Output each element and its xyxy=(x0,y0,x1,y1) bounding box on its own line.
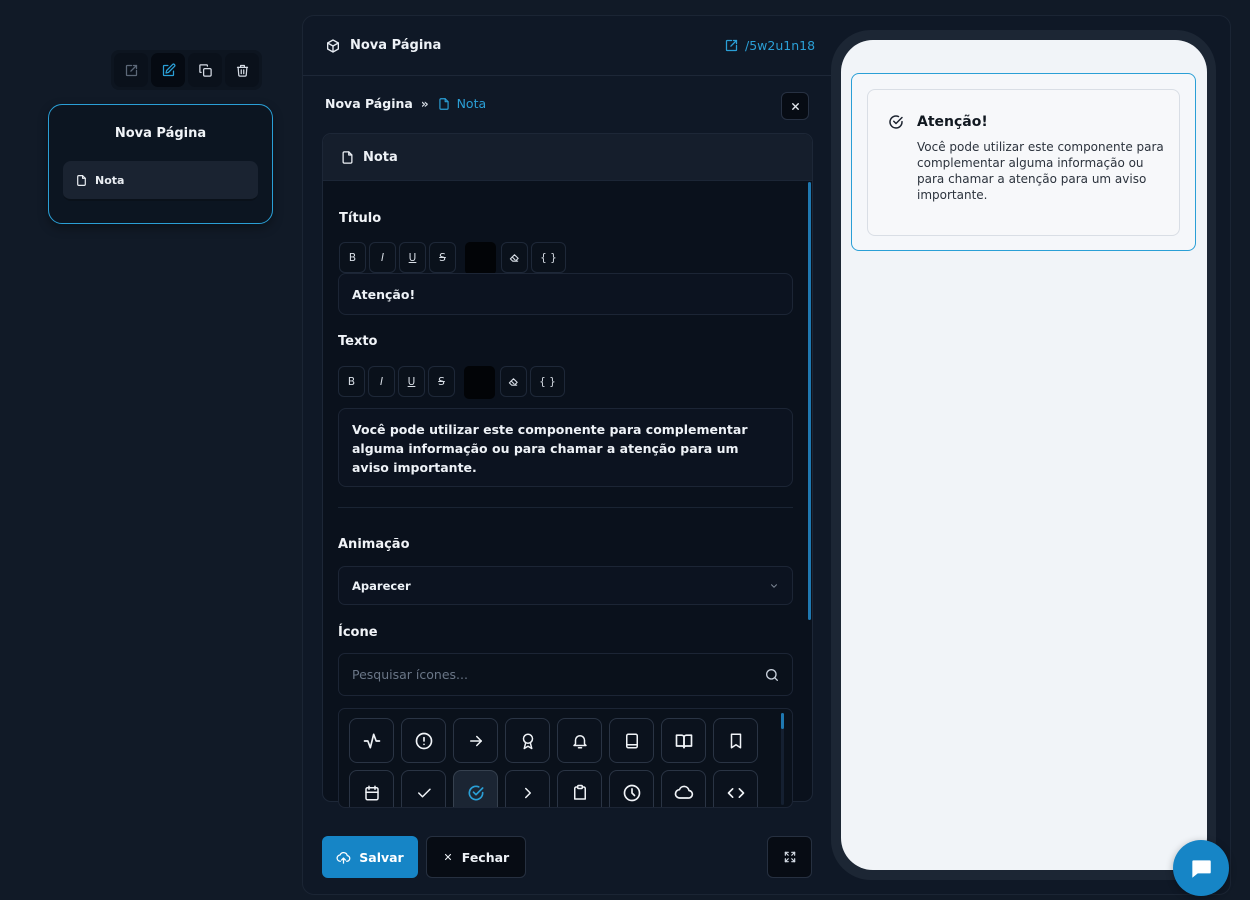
bold-label: B xyxy=(347,375,356,388)
code-label: { } xyxy=(539,375,556,388)
calendar-icon xyxy=(364,785,379,800)
maximize-icon xyxy=(784,851,795,863)
icon-option-calendar[interactable] xyxy=(349,770,394,807)
text-input-value: Você pode utilizar este componente para … xyxy=(352,422,748,475)
preview-note-selected[interactable]: Atenção! Você pode utilizar este compone… xyxy=(851,73,1196,251)
italic-button[interactable]: I xyxy=(368,366,395,397)
close-label: Fechar xyxy=(461,849,510,865)
external-link-icon xyxy=(125,64,137,76)
color-picker[interactable] xyxy=(464,366,495,399)
page-node-card[interactable]: Nova Página Nota xyxy=(48,104,273,224)
preview-note-icon-wrap xyxy=(887,113,905,131)
arrow-right-icon xyxy=(469,735,482,746)
clock-icon xyxy=(623,784,640,801)
file-icon xyxy=(77,174,86,186)
duplicate-button[interactable] xyxy=(188,53,222,87)
preview-note-text: Você pode utilizar este componente para … xyxy=(917,140,1164,202)
section-divider xyxy=(338,507,793,508)
bell-icon xyxy=(572,734,587,748)
edit-button[interactable] xyxy=(151,53,185,87)
icon-label: Ícone xyxy=(338,625,378,640)
icon-option-alert[interactable] xyxy=(401,718,446,763)
icon-option-code[interactable] xyxy=(713,770,758,807)
preview-note-card: Atenção! Você pode utilizar este compone… xyxy=(867,89,1180,236)
delete-button[interactable] xyxy=(225,53,259,87)
icon-option-book-open[interactable] xyxy=(661,718,706,763)
title-input-field[interactable]: Atenção! xyxy=(338,273,793,315)
preview-screen: Atenção! Você pode utilizar este compone… xyxy=(841,40,1207,870)
eraser-icon xyxy=(508,378,518,386)
node-item-label: Nota xyxy=(95,173,125,187)
icon-search-field[interactable] xyxy=(338,653,793,696)
animation-value: Aparecer xyxy=(352,578,411,593)
save-label: Salvar xyxy=(359,849,404,865)
form-scrollbar[interactable] xyxy=(808,182,811,620)
cloud-icon xyxy=(674,785,693,799)
animation-select[interactable]: Aparecer xyxy=(338,566,793,605)
underline-label: U xyxy=(407,375,416,388)
icon-option-book[interactable] xyxy=(609,718,654,763)
icon-option-circle-check[interactable] xyxy=(453,770,498,807)
icon-option-bookmark[interactable] xyxy=(713,718,758,763)
editor-footer: Salvar Fechar xyxy=(303,821,831,894)
check-icon xyxy=(417,788,431,797)
node-toolbar xyxy=(111,50,262,90)
book-icon xyxy=(625,733,638,748)
edit-icon xyxy=(162,63,175,76)
node-item-nota[interactable]: Nota xyxy=(63,161,258,201)
icon-option-chevron-right[interactable] xyxy=(505,770,550,807)
icon-search-input[interactable] xyxy=(352,667,732,682)
circle-check-icon xyxy=(468,785,483,800)
node-title: Nova Página xyxy=(114,126,207,141)
close-button[interactable]: Fechar xyxy=(426,836,526,878)
icon-grid-scrollbar[interactable] xyxy=(781,713,784,729)
clipboard-icon xyxy=(573,784,586,800)
icon-option-check[interactable] xyxy=(401,770,446,807)
animation-label: Animação xyxy=(338,537,410,552)
book-open-icon xyxy=(675,733,692,748)
open-external-button[interactable] xyxy=(114,53,148,87)
underline-button[interactable]: U xyxy=(398,366,425,397)
icon-option-clock[interactable] xyxy=(609,770,654,807)
award-icon xyxy=(522,733,533,749)
chat-support-button[interactable] xyxy=(1173,840,1229,896)
strike-button[interactable]: S xyxy=(428,366,455,397)
search-icon xyxy=(766,668,778,681)
bookmark-icon xyxy=(730,733,741,748)
icon-picker-grid xyxy=(338,708,793,808)
icon-grid xyxy=(349,718,758,807)
italic-label: I xyxy=(379,375,384,388)
text-input-field[interactable]: Você pode utilizar este componente para … xyxy=(338,408,793,487)
icon-option-cloud[interactable] xyxy=(661,770,706,807)
close-icon xyxy=(444,853,451,861)
cloud-upload-icon xyxy=(336,851,351,864)
activity-icon xyxy=(363,733,380,748)
icon-option-award[interactable] xyxy=(505,718,550,763)
trash-icon xyxy=(236,64,248,77)
fullscreen-button[interactable] xyxy=(767,836,812,878)
icon-option-activity[interactable] xyxy=(349,718,394,763)
chat-icon xyxy=(1192,860,1211,878)
chevron-right-icon xyxy=(524,787,531,798)
preview-note-title: Atenção! xyxy=(917,114,988,130)
icon-option-arrow-right[interactable] xyxy=(453,718,498,763)
save-button[interactable]: Salvar xyxy=(322,836,418,878)
title-input-value: Atenção! xyxy=(352,286,416,302)
clear-format-button[interactable] xyxy=(500,366,527,397)
form-fields-layer: Atenção! Texto B I U S { } Você pode uti… xyxy=(338,0,793,900)
bold-button[interactable]: B xyxy=(338,366,365,397)
mobile-preview: Atenção! Você pode utilizar este compone… xyxy=(831,30,1216,880)
strike-label: S xyxy=(438,375,445,388)
icon-option-clipboard[interactable] xyxy=(557,770,602,807)
alert-circle-icon xyxy=(415,732,432,749)
text-label: Texto xyxy=(338,334,378,349)
icon-option-bell[interactable] xyxy=(557,718,602,763)
code-button[interactable]: { } xyxy=(530,366,565,397)
circle-check-icon xyxy=(889,115,903,129)
chevron-down-icon xyxy=(771,583,777,588)
text-format-toolbar: B I U S { } xyxy=(338,366,565,399)
code-icon xyxy=(727,787,744,798)
copy-icon xyxy=(198,63,212,77)
